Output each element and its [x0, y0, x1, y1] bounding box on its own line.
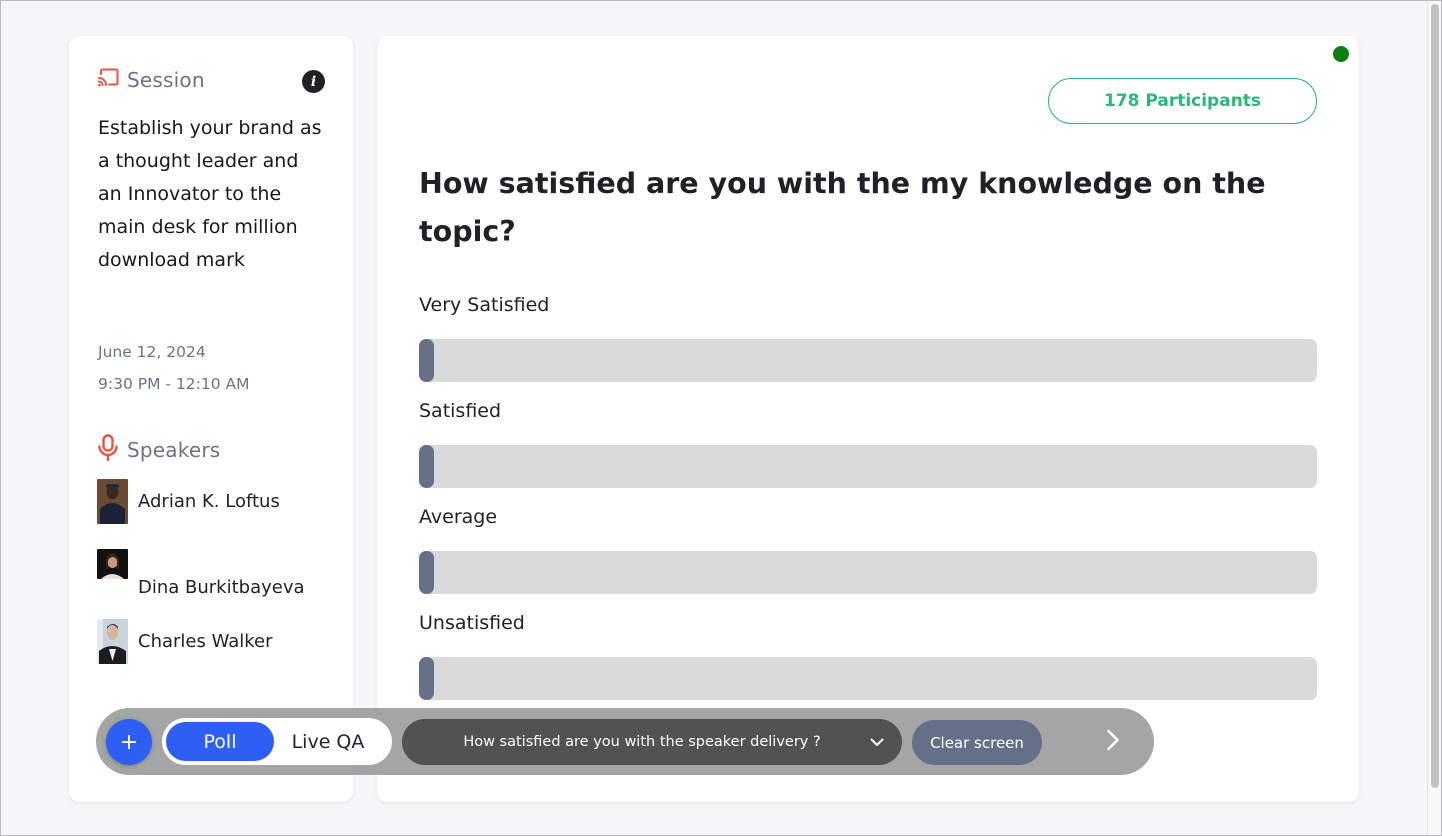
vertical-scrollbar[interactable]	[1427, 1, 1441, 835]
option-result-bar	[419, 551, 1317, 594]
scrollbar-thumb[interactable]	[1431, 4, 1439, 788]
participants-badge[interactable]: 178 Participants	[1048, 78, 1317, 124]
session-date: June 12, 2024	[98, 343, 206, 361]
cast-icon	[97, 68, 119, 92]
option-result-fill	[419, 339, 434, 382]
microphone-icon	[97, 434, 119, 466]
option-label: Very Satisfied	[419, 294, 550, 316]
option-result-fill	[419, 551, 434, 594]
session-title: Establish your brand as a thought leader…	[98, 117, 322, 271]
speakers-heading-label: Speakers	[127, 438, 221, 462]
session-heading-label: Session	[127, 68, 205, 92]
session-heading: Session	[97, 68, 205, 92]
chevron-right-icon	[1106, 729, 1120, 755]
speaker-name: Adrian K. Loftus	[138, 491, 280, 512]
speaker-item[interactable]: Adrian K. Loftus	[97, 479, 280, 524]
info-icon[interactable]: i	[302, 70, 325, 93]
speaker-name: Dina Burkitbayeva	[138, 577, 305, 598]
next-button[interactable]	[1096, 722, 1130, 762]
tab-live-qa[interactable]: Live QA	[274, 722, 382, 761]
avatar	[97, 549, 128, 579]
presenter-toolbar: + Poll Live QA How satisfied are you wit…	[96, 708, 1154, 775]
live-status-indicator	[1333, 46, 1349, 62]
speaker-item[interactable]: Dina Burkitbayeva	[97, 549, 305, 598]
poll-select-value: How satisfied are you with the speaker d…	[463, 734, 821, 750]
chevron-down-icon	[852, 738, 902, 747]
option-label: Unsatisfied	[419, 612, 525, 634]
poll-select-dropdown[interactable]: How satisfied are you with the speaker d…	[402, 719, 902, 765]
option-result-bar	[419, 339, 1317, 382]
option-label: Average	[419, 506, 498, 528]
session-time: 9:30 PM - 12:10 AM	[98, 375, 250, 393]
mode-toggle: Poll Live QA	[162, 718, 392, 765]
speaker-item[interactable]: Charles Walker	[97, 619, 273, 664]
option-label: Satisfied	[419, 400, 502, 422]
avatar	[97, 619, 128, 664]
speakers-heading: Speakers	[97, 434, 220, 466]
option-result-fill	[419, 657, 434, 700]
poll-question: How satisfied are you with the my knowle…	[419, 167, 1266, 248]
avatar	[97, 479, 128, 524]
option-result-bar	[419, 657, 1317, 700]
speaker-name: Charles Walker	[138, 631, 273, 652]
option-result-fill	[419, 445, 434, 488]
add-button[interactable]: +	[106, 719, 152, 765]
tab-poll[interactable]: Poll	[166, 722, 274, 761]
clear-screen-button[interactable]: Clear screen	[912, 720, 1042, 765]
poll-results-panel: 178 Participants How satisfied are you w…	[377, 36, 1359, 802]
option-result-bar	[419, 445, 1317, 488]
session-sidebar: Session i Establish your brand as a thou…	[69, 36, 353, 802]
